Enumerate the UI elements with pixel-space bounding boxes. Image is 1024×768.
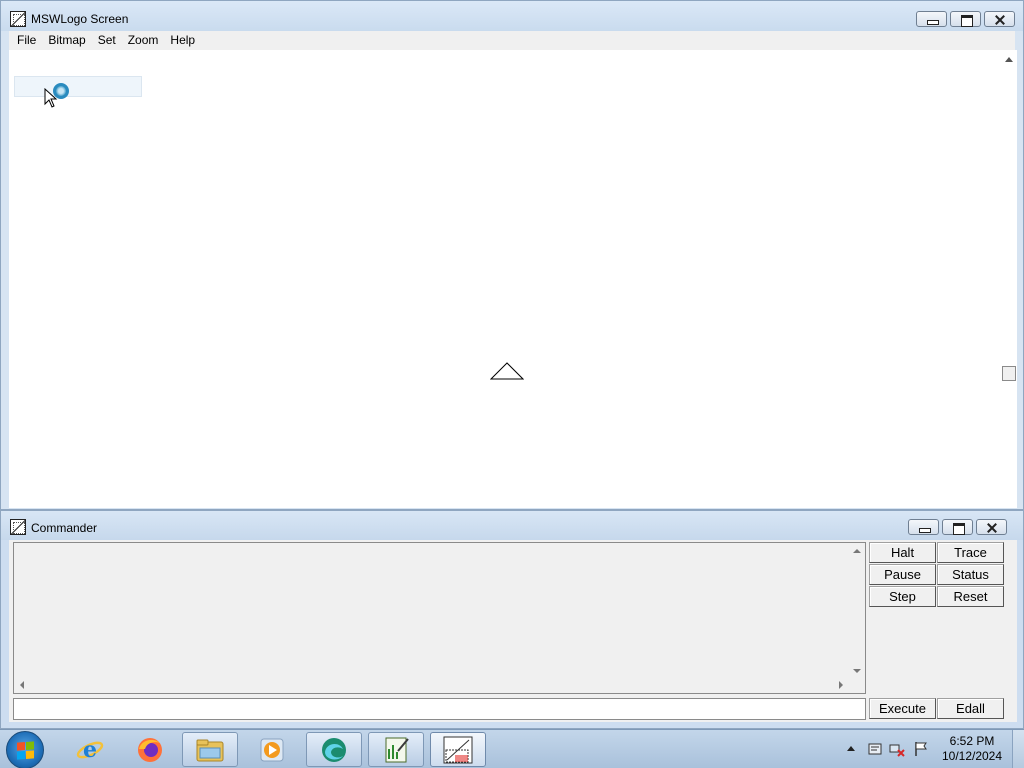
commander-output-area[interactable] (13, 542, 866, 694)
close-button[interactable] (976, 519, 1007, 535)
trace-button[interactable]: Trace (937, 542, 1004, 563)
commander-window: Commander Halt Trace Pause Status Step R… (0, 510, 1024, 729)
commander-app-icon (10, 519, 26, 535)
taskbar-internet-explorer[interactable]: e (62, 732, 118, 767)
mswlogo-app-icon (10, 11, 26, 27)
taskbar-edge[interactable] (306, 732, 362, 767)
scroll-thumb[interactable] (1002, 366, 1016, 381)
file-explorer-icon (196, 739, 224, 761)
menu-bitmap[interactable]: Bitmap (42, 31, 91, 50)
scroll-right-arrow-icon[interactable] (839, 681, 843, 689)
show-desktop-button[interactable] (1012, 730, 1024, 768)
drawing-canvas[interactable] (9, 50, 1002, 508)
show-hidden-icons-arrow-icon[interactable] (847, 746, 855, 751)
commander-titlebar[interactable]: Commander (1, 511, 1023, 540)
clock-date: 10/12/2024 (941, 749, 1003, 763)
minimize-button[interactable] (908, 519, 939, 535)
scroll-left-arrow-icon[interactable] (20, 681, 24, 689)
selection-highlight (14, 76, 142, 97)
screen-window-title: MSWLogo Screen (31, 12, 129, 26)
screen-menubar: File Bitmap Set Zoom Help (9, 31, 1015, 50)
restore-button[interactable] (950, 11, 981, 27)
svg-text:e: e (83, 737, 97, 763)
close-button[interactable] (984, 11, 1015, 27)
status-button[interactable]: Status (937, 564, 1004, 585)
internet-explorer-icon: e (76, 737, 104, 763)
media-player-icon (260, 738, 284, 761)
screen-window-controls (916, 11, 1015, 27)
network-icon[interactable] (889, 741, 905, 757)
mouse-pointer-icon (44, 88, 58, 108)
scroll-down-arrow-icon[interactable] (853, 669, 861, 673)
output-horizontal-scrollbar[interactable] (14, 677, 849, 693)
minimize-button[interactable] (916, 11, 947, 27)
start-button[interactable] (6, 731, 44, 768)
taskbar-media-player[interactable] (244, 732, 300, 767)
taskbar: e 6:52 PM 10/12/2024 (0, 729, 1024, 768)
taskbar-chart-editor[interactable] (368, 732, 424, 767)
action-center-icon[interactable] (867, 741, 883, 757)
volume-flag-icon[interactable] (913, 741, 929, 757)
taskbar-mswlogo[interactable] (430, 732, 486, 767)
commander-body: Halt Trace Pause Status Step Reset Execu… (9, 540, 1017, 722)
menu-set[interactable]: Set (92, 31, 122, 50)
clock-time: 6:52 PM (949, 734, 995, 748)
execute-button[interactable]: Execute (869, 698, 936, 719)
halt-button[interactable]: Halt (869, 542, 936, 563)
edall-button[interactable]: Edall (937, 698, 1004, 719)
menu-file[interactable]: File (11, 31, 42, 50)
edge-icon (322, 737, 346, 762)
chart-editor-icon (385, 737, 409, 762)
firefox-icon (138, 737, 162, 762)
reset-button[interactable]: Reset (937, 586, 1004, 607)
commander-window-controls (908, 519, 1007, 535)
windows-logo-icon (17, 741, 34, 760)
menu-help[interactable]: Help (164, 31, 201, 50)
mswlogo-screen-window: MSWLogo Screen File Bitmap Set Zoom Help (0, 0, 1024, 510)
step-button[interactable]: Step (869, 586, 936, 607)
command-input[interactable] (13, 698, 866, 720)
commander-window-title: Commander (31, 521, 98, 535)
restore-button[interactable] (942, 519, 973, 535)
pause-button[interactable]: Pause (869, 564, 936, 585)
menu-zoom[interactable]: Zoom (122, 31, 165, 50)
mswlogo-icon (443, 736, 473, 763)
screen-vertical-scrollbar[interactable] (1002, 50, 1017, 508)
output-vertical-scrollbar[interactable] (849, 543, 865, 679)
taskbar-file-explorer[interactable] (182, 732, 238, 767)
screen-titlebar[interactable]: MSWLogo Screen (1, 1, 1023, 31)
system-clock[interactable]: 6:52 PM 10/12/2024 (937, 734, 1007, 764)
taskbar-firefox[interactable] (122, 732, 178, 767)
turtle-icon (490, 362, 524, 380)
scroll-up-arrow-icon[interactable] (1005, 57, 1013, 62)
system-tray: 6:52 PM 10/12/2024 (843, 730, 1024, 768)
scroll-up-arrow-icon[interactable] (853, 549, 861, 553)
